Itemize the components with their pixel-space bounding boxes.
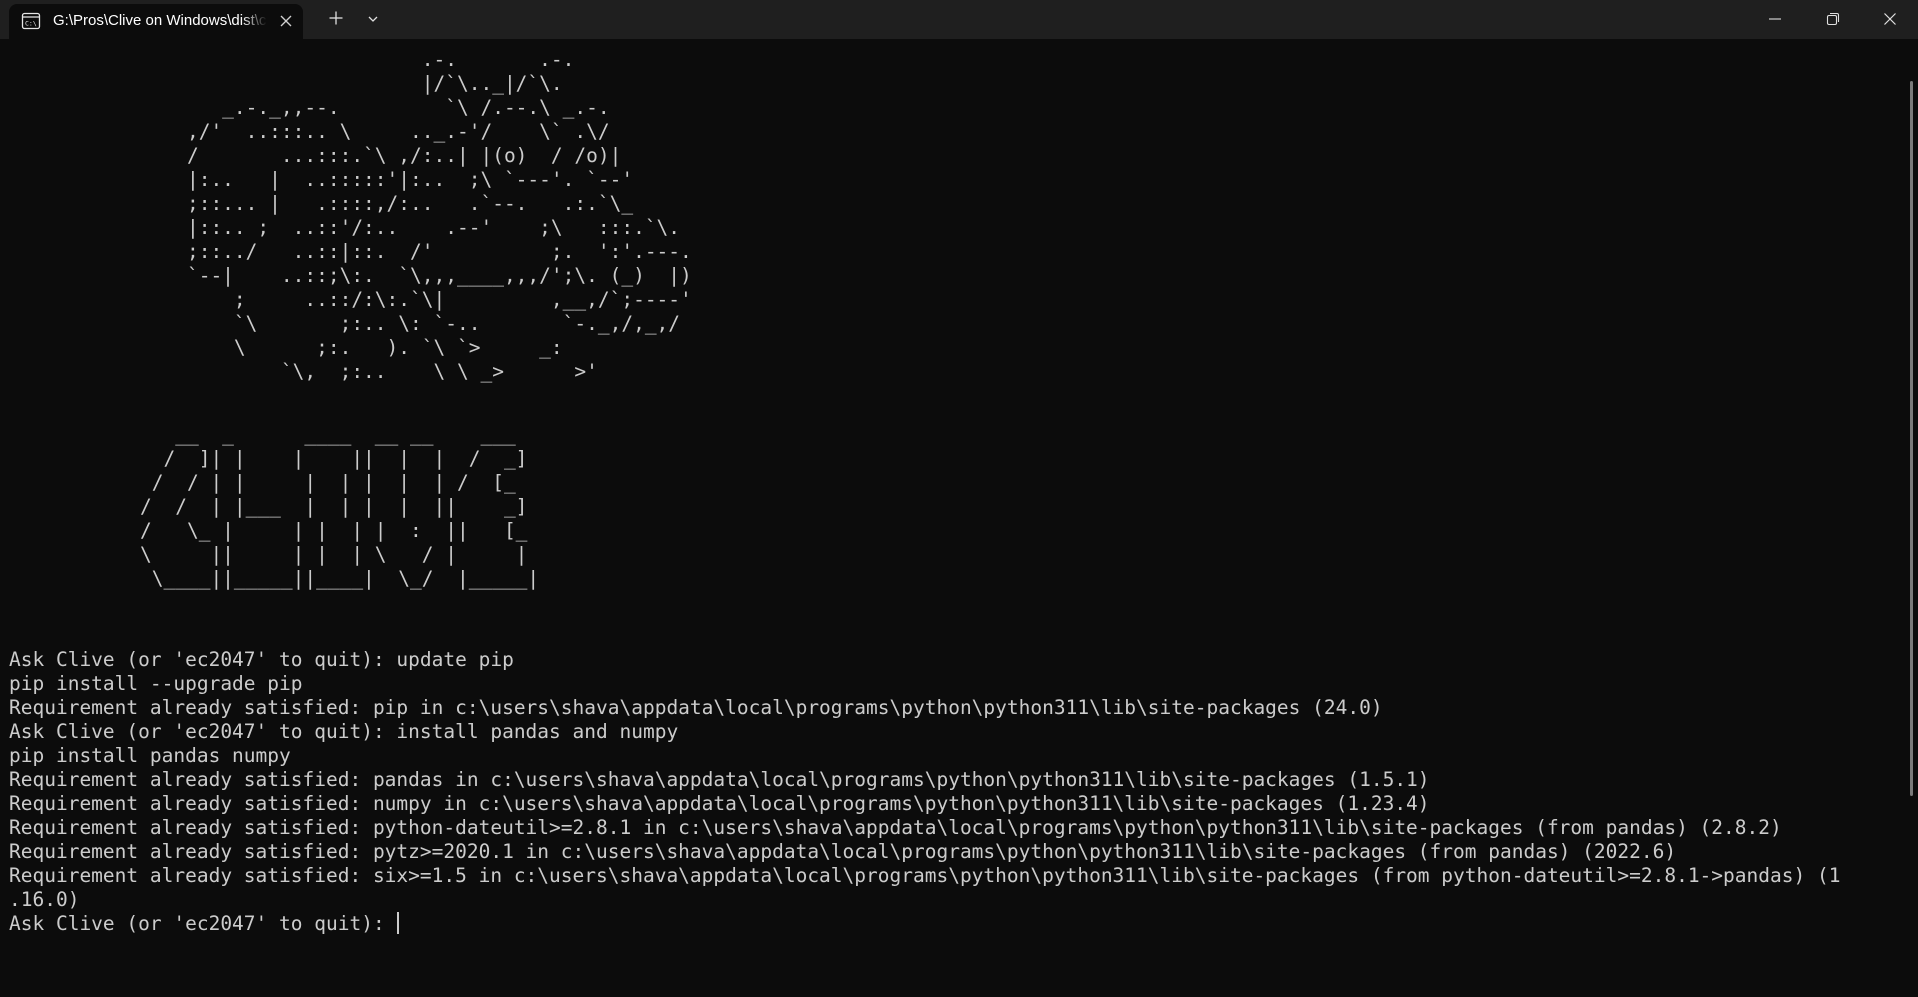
- output-line: Requirement already satisfied: python-da…: [9, 816, 1782, 839]
- svg-text:C:\: C:\: [25, 20, 37, 28]
- output-line: Requirement already satisfied: pandas in…: [9, 768, 1430, 791]
- plus-icon: [328, 10, 344, 30]
- chevron-down-icon: [366, 11, 380, 30]
- terminal-output-area[interactable]: .-. .-. |/`\.._|/`\. _.-._,,--. `\ /.--.…: [0, 39, 1906, 997]
- output-line: pip install --upgrade pip: [9, 672, 303, 695]
- prompt-line[interactable]: Ask Clive (or 'ec2047' to quit):: [9, 912, 1899, 936]
- scrollbar-thumb[interactable]: [1910, 81, 1913, 796]
- minimize-icon: [1768, 11, 1782, 30]
- output-line: Requirement already satisfied: pytz>=202…: [9, 840, 1677, 863]
- output-line: Ask Clive (or 'ec2047' to quit): update …: [9, 648, 514, 671]
- output-line: Requirement already satisfied: numpy in …: [9, 792, 1430, 815]
- vertical-scrollbar[interactable]: [1906, 39, 1918, 997]
- output-line: Requirement already satisfied: pip in c:…: [9, 696, 1383, 719]
- title-bar: C:\ G:\Pros\Clive on Windows\dist\clive.…: [0, 0, 1918, 39]
- close-icon: [1883, 11, 1897, 30]
- output-line: pip install pandas numpy: [9, 744, 291, 767]
- tab-title: G:\Pros\Clive on Windows\dist\clive.exe: [53, 12, 267, 29]
- close-window-button[interactable]: [1862, 4, 1918, 36]
- output-line: Ask Clive (or 'ec2047' to quit): install…: [9, 720, 679, 743]
- new-tab-button[interactable]: [320, 4, 352, 36]
- ascii-art-illustration: .-. .-. |/`\.._|/`\. _.-._,,--. `\ /.--.…: [186, 48, 692, 383]
- restore-icon: [1826, 11, 1840, 30]
- terminal-tab[interactable]: C:\ G:\Pros\Clive on Windows\dist\clive.…: [9, 4, 303, 39]
- output-line: .16.0): [9, 888, 80, 911]
- restore-button[interactable]: [1804, 4, 1862, 36]
- terminal-window: C:\ G:\Pros\Clive on Windows\dist\clive.…: [0, 0, 1918, 997]
- ascii-clive-logo: __ _ ____ __ __ ___ / ]| | | || | | / _]…: [140, 423, 540, 590]
- terminal-output: Ask Clive (or 'ec2047' to quit): update …: [9, 648, 1899, 936]
- terminal-icon: C:\: [21, 11, 41, 31]
- text-cursor: [397, 912, 400, 934]
- minimize-button[interactable]: [1746, 4, 1804, 36]
- tab-dropdown-button[interactable]: [358, 4, 388, 36]
- output-line: Requirement already satisfied: six>=1.5 …: [9, 864, 1841, 887]
- prompt-text: Ask Clive (or 'ec2047' to quit):: [9, 912, 397, 935]
- close-tab-icon[interactable]: [277, 12, 295, 30]
